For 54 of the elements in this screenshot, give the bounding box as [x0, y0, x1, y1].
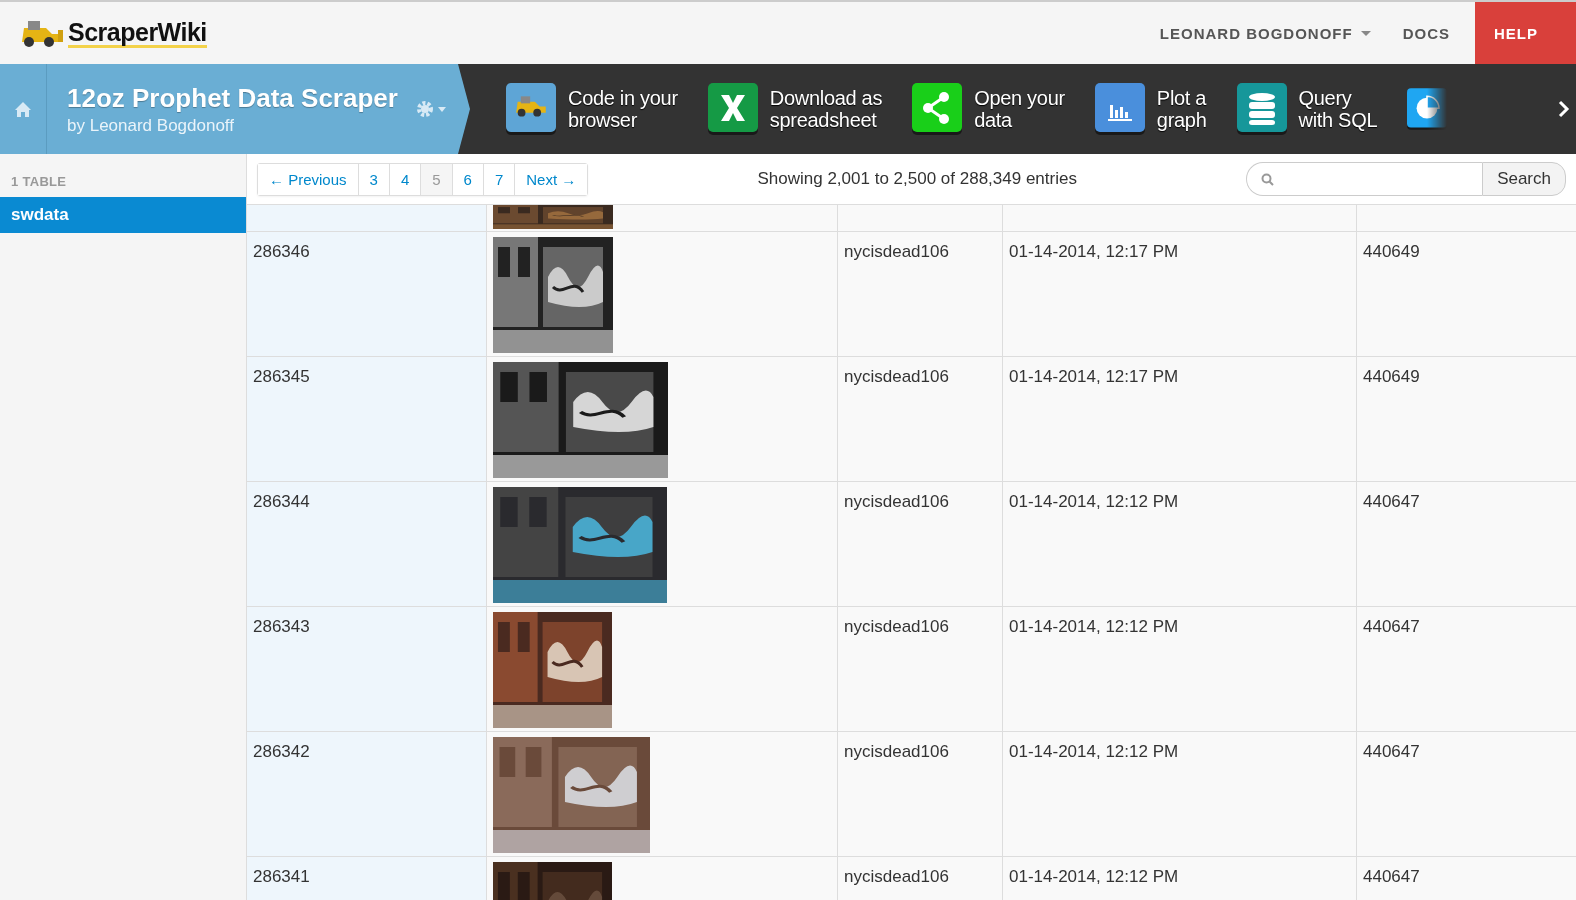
date-cell: 01-14-2014, 12:17 PM — [1002, 357, 1356, 481]
previous-link[interactable]: ← Previous — [258, 163, 358, 195]
date-cell: 01-14-2014, 12:12 PM — [1002, 732, 1356, 856]
caret-icon — [1360, 30, 1371, 36]
value-cell: 440647 — [1356, 857, 1576, 900]
tool-label[interactable]: Plot a graph — [1156, 87, 1207, 131]
value-cell: 440647 — [1356, 482, 1576, 606]
next-link[interactable]: Next → — [514, 163, 588, 195]
logo-text[interactable]: ScraperWiki — [68, 18, 207, 48]
id-cell: 286344 — [247, 482, 486, 606]
help-button[interactable]: HELP — [1475, 2, 1576, 64]
code-tool-icon[interactable] — [506, 83, 556, 135]
id-cell: 286346 — [247, 232, 486, 356]
chevron-right-icon[interactable] — [1558, 100, 1570, 118]
dataset-title: 12oz Prophet Data Scraper — [67, 82, 397, 114]
id-cell: 286341 — [247, 857, 486, 900]
share-tool-icon[interactable] — [912, 83, 963, 135]
search-field[interactable] — [1246, 162, 1483, 196]
user-cell: nycisdead106 — [837, 482, 1002, 606]
search-icon — [1261, 172, 1275, 186]
id-cell: 286345 — [247, 357, 486, 481]
sql-tool-icon[interactable] — [1236, 83, 1287, 135]
tool-label[interactable]: Open your data — [974, 87, 1065, 131]
user-cell: nycisdead106 — [837, 232, 1002, 356]
date-cell: 01-14-2014, 12:12 PM — [1002, 857, 1356, 900]
tool-label[interactable]: Download as spreadsheet — [769, 87, 883, 131]
page-link[interactable]: 7 — [482, 163, 515, 195]
date-cell: 01-14-2014, 12:12 PM — [1002, 607, 1356, 731]
page-link[interactable]: 3 — [357, 163, 389, 195]
value-cell: 440649 — [1356, 357, 1576, 481]
date-cell: 01-14-2014, 12:17 PM — [1002, 232, 1356, 356]
user-cell: nycisdead106 — [837, 732, 1002, 856]
user-menu[interactable]: LEONARD BOGDONOFF — [1159, 24, 1371, 42]
search-button[interactable]: Search — [1482, 162, 1566, 196]
page-link[interactable]: 6 — [451, 163, 483, 195]
value-cell: 440649 — [1356, 232, 1576, 356]
user-cell: nycisdead106 — [837, 857, 1002, 900]
sidebar-heading: 1 TABLE — [10, 173, 68, 191]
tool-label[interactable]: Query with SQL — [1298, 87, 1378, 131]
tool-label[interactable]: Code in your browser — [568, 87, 678, 131]
page-link[interactable]: 4 — [388, 163, 421, 195]
user-cell: nycisdead106 — [837, 357, 1002, 481]
dataset-author: by Leonard Bogdonoff — [67, 115, 235, 136]
nav-link[interactable]: DOCS — [1402, 2, 1450, 64]
graph-tool-icon[interactable] — [1094, 83, 1145, 135]
id-cell: 286342 — [247, 732, 486, 856]
value-cell: 440647 — [1356, 732, 1576, 856]
id-cell: 286343 — [247, 607, 486, 731]
table-item[interactable]: swdata — [0, 197, 246, 233]
value-cell: 440647 — [1356, 607, 1576, 731]
user-cell: nycisdead106 — [837, 607, 1002, 731]
spreadsheet-tool-icon[interactable] — [707, 83, 758, 135]
entries-count: Showing 2,001 to 2,500 of 288,349 entries — [756, 169, 1078, 189]
date-cell: 01-14-2014, 12:12 PM — [1002, 482, 1356, 606]
